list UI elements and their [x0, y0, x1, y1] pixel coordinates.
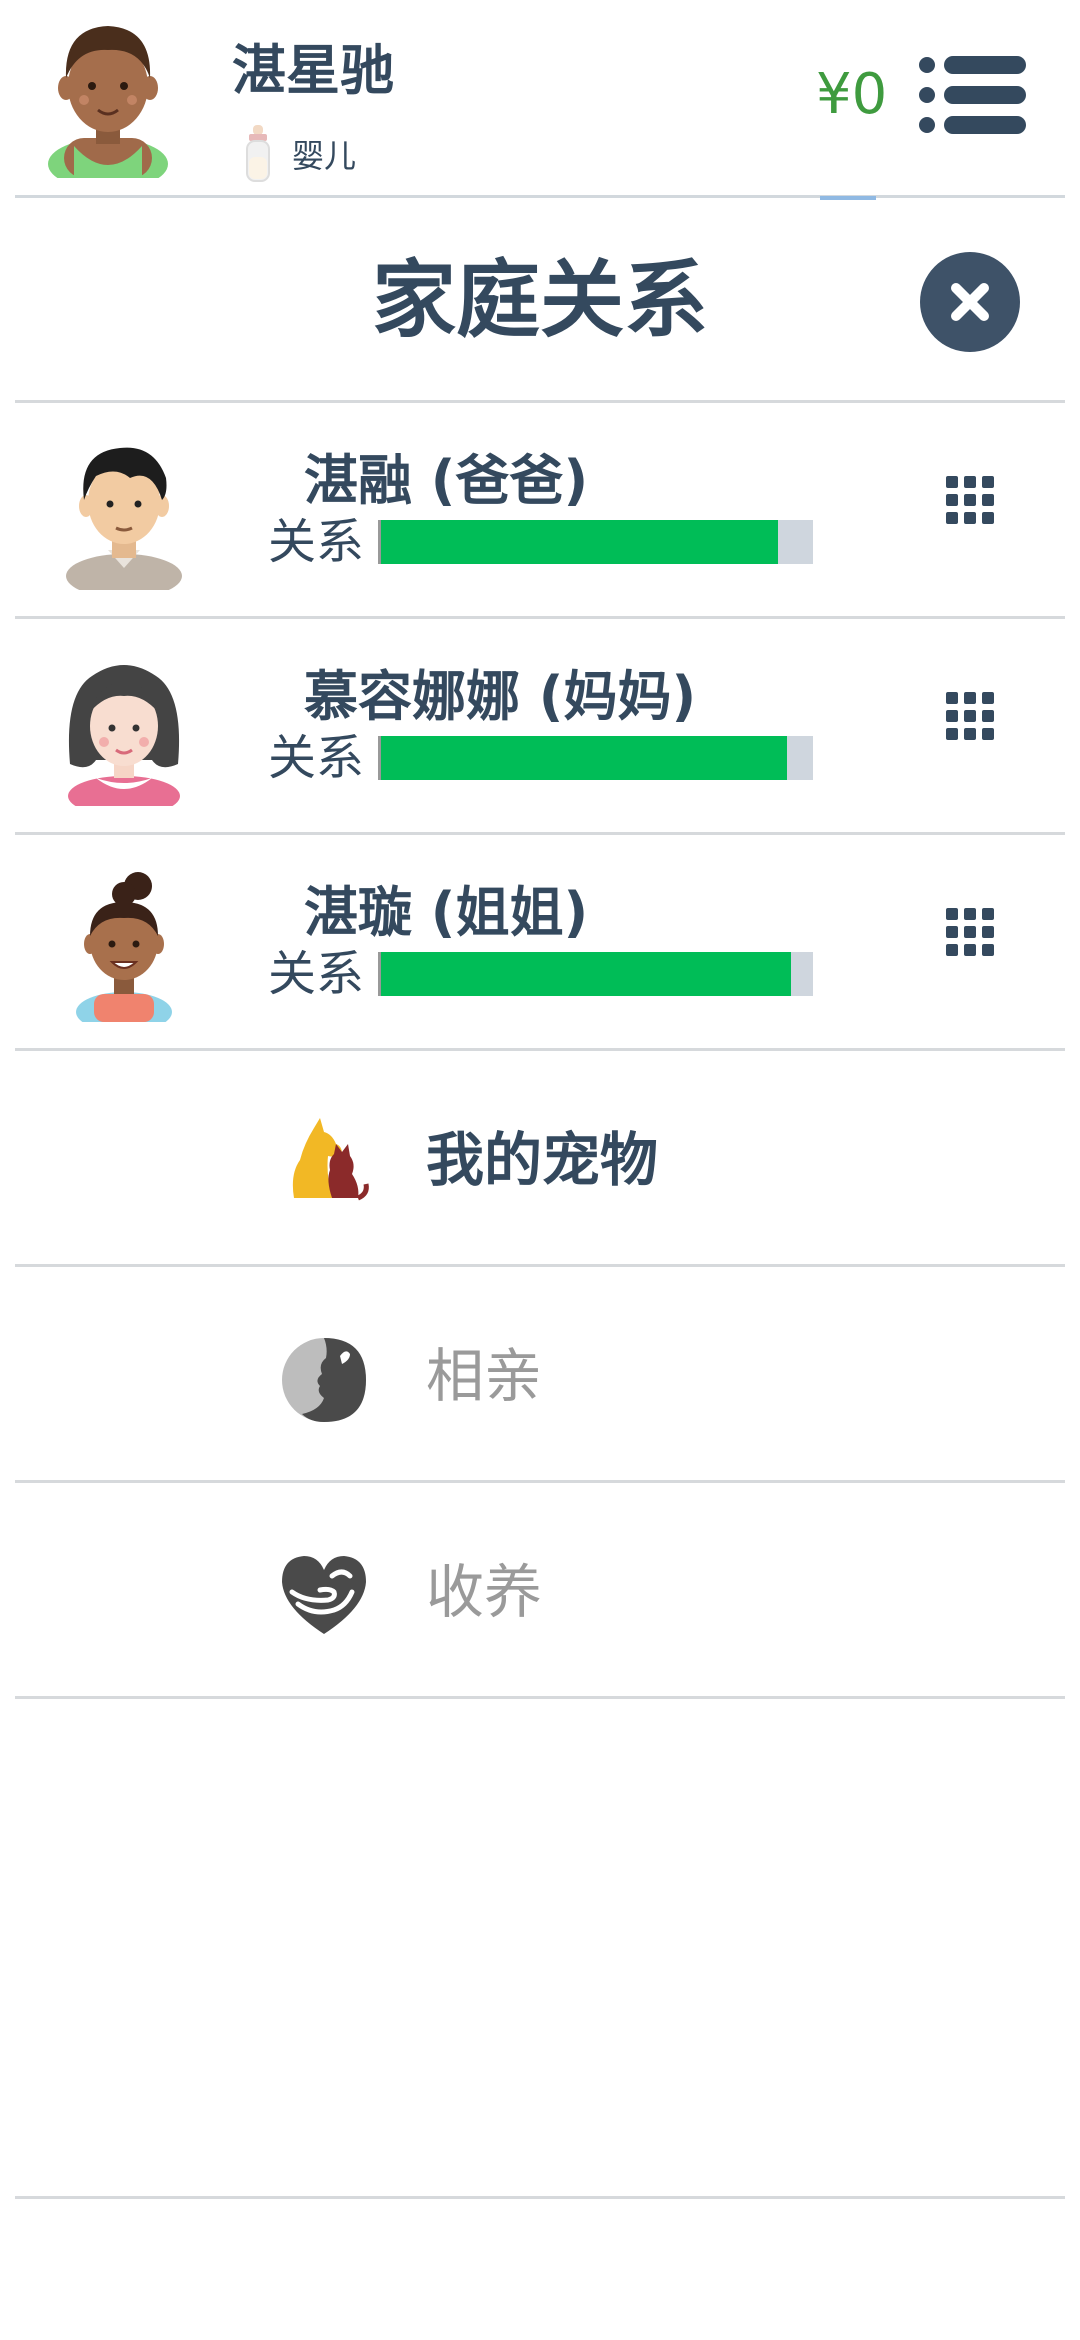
father-avatar [66, 447, 182, 590]
adoption-label: 收养 [426, 1558, 543, 1626]
money-balance: ¥0 [816, 62, 888, 127]
divider [15, 616, 1065, 619]
close-button[interactable] [920, 252, 1020, 352]
adoption-item[interactable]: 收养 [0, 1484, 1080, 1696]
header-divider [15, 195, 1065, 198]
dating-icon [282, 1338, 366, 1422]
sister-avatar [76, 872, 172, 1022]
my-pets-label: 我的宠物 [426, 1126, 659, 1194]
player-name: 湛星驰 [232, 39, 394, 102]
pet-icon [292, 1118, 369, 1201]
relation-bar-fill [381, 952, 792, 996]
family-member-row[interactable]: 湛融 (爸爸) 关系 [0, 404, 1080, 616]
dating-label: 相亲 [426, 1342, 543, 1410]
close-icon [951, 283, 989, 321]
relation-bar [378, 736, 813, 780]
baby-bottle-icon [246, 125, 270, 182]
menu-icon[interactable] [918, 55, 1026, 135]
divider [15, 400, 1065, 403]
divider [15, 1048, 1065, 1051]
relation-bar-fill [381, 736, 788, 780]
divider [15, 1480, 1065, 1483]
relation-bar [378, 520, 813, 564]
divider [15, 832, 1065, 835]
options-grid-icon[interactable] [940, 470, 1000, 530]
adoption-heart-icon [282, 1556, 366, 1634]
player-avatar[interactable] [44, 14, 172, 178]
dating-item[interactable]: 相亲 [0, 1268, 1080, 1480]
player-header: 湛星驰 婴儿 ¥0 [0, 0, 1080, 200]
divider [15, 2196, 1065, 2199]
family-member-row[interactable]: 湛璇 (姐姐) 关系 [0, 836, 1080, 1048]
my-pets-item[interactable]: 我的宠物 [0, 1052, 1080, 1264]
family-member-name: 慕容娜娜 (妈妈) [304, 665, 697, 728]
mother-avatar [68, 665, 180, 806]
life-stage-label: 婴儿 [292, 137, 357, 175]
divider [15, 1264, 1065, 1267]
dialog-title: 家庭关系 [371, 251, 708, 349]
divider [15, 1696, 1065, 1699]
family-member-row[interactable]: 慕容娜娜 (妈妈) 关系 [0, 620, 1080, 832]
options-grid-icon[interactable] [940, 902, 1000, 962]
relation-label: 关系 [268, 946, 365, 1002]
relation-bar [378, 952, 813, 996]
family-member-name: 湛融 (爸爸) [304, 449, 589, 512]
relation-label: 关系 [268, 730, 365, 786]
relation-bar-fill [381, 520, 779, 564]
relation-label: 关系 [268, 514, 365, 570]
family-member-name: 湛璇 (姐姐) [304, 881, 589, 944]
family-dialog-titlebar: 家庭关系 [0, 200, 1080, 400]
life-stage: 婴儿 [244, 124, 356, 184]
options-grid-icon[interactable] [940, 686, 1000, 746]
